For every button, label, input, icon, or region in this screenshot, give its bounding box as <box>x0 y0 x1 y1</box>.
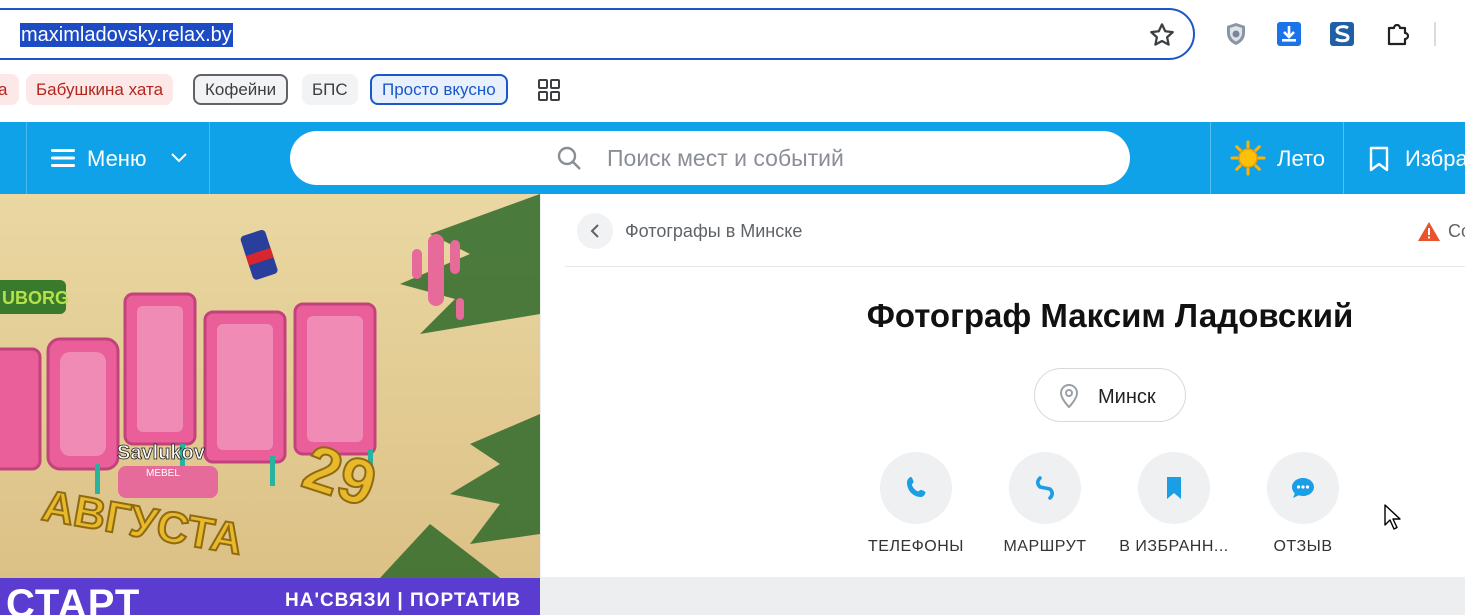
hamburger-icon <box>51 149 75 167</box>
back-button[interactable] <box>577 213 613 249</box>
bookmark-icon <box>1167 477 1181 499</box>
url-text[interactable]: maximladovsky.relax.by <box>20 23 233 47</box>
banner-sponsor: Savlukov <box>117 442 206 464</box>
add-to-favorites-button[interactable]: В ИЗБРАНН... <box>1109 452 1239 562</box>
search-input[interactable]: Поиск мест и событий <box>290 131 1130 185</box>
page-title: Фотограф Максим Ладовский <box>866 297 1354 334</box>
mouse-cursor-icon <box>1384 504 1401 530</box>
bookmark-chip[interactable]: а <box>0 74 20 105</box>
action-circle <box>880 452 952 524</box>
apps-grid-icon[interactable] <box>538 79 560 101</box>
menu-button[interactable]: Меню <box>26 122 210 194</box>
address-bar[interactable]: maximladovsky.relax.by <box>0 8 1195 60</box>
card-header: Фотографы в Минске Со Фотограф Максим Ла… <box>541 194 1465 438</box>
download-extension-icon[interactable] <box>1274 19 1304 49</box>
report-label: Со <box>1448 221 1465 241</box>
banner-bottom-right: НА'СВЯЗИ | ПОРТАТИВ <box>285 590 522 611</box>
search-placeholder: Поиск мест и событий <box>607 145 844 171</box>
action-circle <box>1267 452 1339 524</box>
location-pin-icon <box>1059 383 1079 409</box>
action-circle <box>1138 452 1210 524</box>
bookmark-prosto-vkusno[interactable]: Просто вкусно <box>370 74 508 105</box>
bookmark-bps[interactable]: БПС <box>302 74 358 105</box>
header-divider <box>1343 122 1344 194</box>
banner-sponsor-sub: MEBEL <box>146 468 180 479</box>
chevron-left-icon <box>590 224 599 238</box>
header-divider <box>1210 122 1211 194</box>
divider <box>565 266 1465 267</box>
profile-card: Фотографы в Минске Со Фотограф Максим Ла… <box>541 194 1465 577</box>
phones-button[interactable]: ТЕЛЕФОНЫ <box>851 452 981 562</box>
city-chip[interactable]: Минск <box>1034 368 1186 422</box>
search-icon <box>557 146 581 170</box>
banner-bottom-left: СТАРТ <box>6 582 141 615</box>
route-icon <box>1035 476 1055 500</box>
site-header: Меню Поиск мест и событий Лето Избра <box>0 122 1465 194</box>
promo-banner-bottom[interactable]: СТАРТ НА'СВЯЗИ | ПОРТАТИВ <box>0 578 540 615</box>
menu-label: Меню <box>87 146 147 171</box>
banner-brand: UBORG <box>2 288 69 308</box>
star-icon[interactable] <box>1147 20 1177 50</box>
favorites-action-label: В ИЗБРАНН... <box>1119 538 1229 555</box>
bookmark-babushkina-hata[interactable]: Бабушкина хата <box>26 74 174 105</box>
phone-icon <box>907 477 926 497</box>
shield-extension-icon[interactable] <box>1221 19 1251 49</box>
bookmarks-bar: а Бабушкина хата Кофейни БПС Просто вкус… <box>0 74 1465 106</box>
puzzle-extension-icon[interactable] <box>1382 19 1412 49</box>
sun-icon <box>1230 140 1266 176</box>
toolbar-divider <box>1434 22 1436 46</box>
favorites-label: Избра <box>1405 146 1465 171</box>
city-label: Минск <box>1098 386 1156 408</box>
route-label: МАРШРУТ <box>1003 538 1087 555</box>
season-label: Лето <box>1277 146 1326 171</box>
comment-icon <box>1292 478 1314 498</box>
bookmark-outline-icon <box>1369 146 1389 172</box>
chevron-down-icon <box>171 153 187 163</box>
warning-icon <box>1418 222 1440 241</box>
banner-artwork: 29 АВГУСТА Savlukov MEBEL UBORG <box>0 194 540 578</box>
promo-banner[interactable]: 29 АВГУСТА Savlukov MEBEL UBORG <box>0 194 540 578</box>
breadcrumb[interactable]: Фотографы в Минске <box>625 220 802 242</box>
route-button[interactable]: МАРШРУТ <box>980 452 1110 562</box>
action-circle <box>1009 452 1081 524</box>
review-button[interactable]: ОТЗЫВ <box>1238 452 1368 562</box>
bookmark-kofeini[interactable]: Кофейни <box>193 74 289 105</box>
s-extension-icon[interactable] <box>1327 19 1357 49</box>
review-label: ОТЗЫВ <box>1273 538 1333 555</box>
browser-chrome: maximladovsky.relax.by а Бабушкина хата … <box>0 0 1465 122</box>
phones-label: ТЕЛЕФОНЫ <box>868 538 964 555</box>
